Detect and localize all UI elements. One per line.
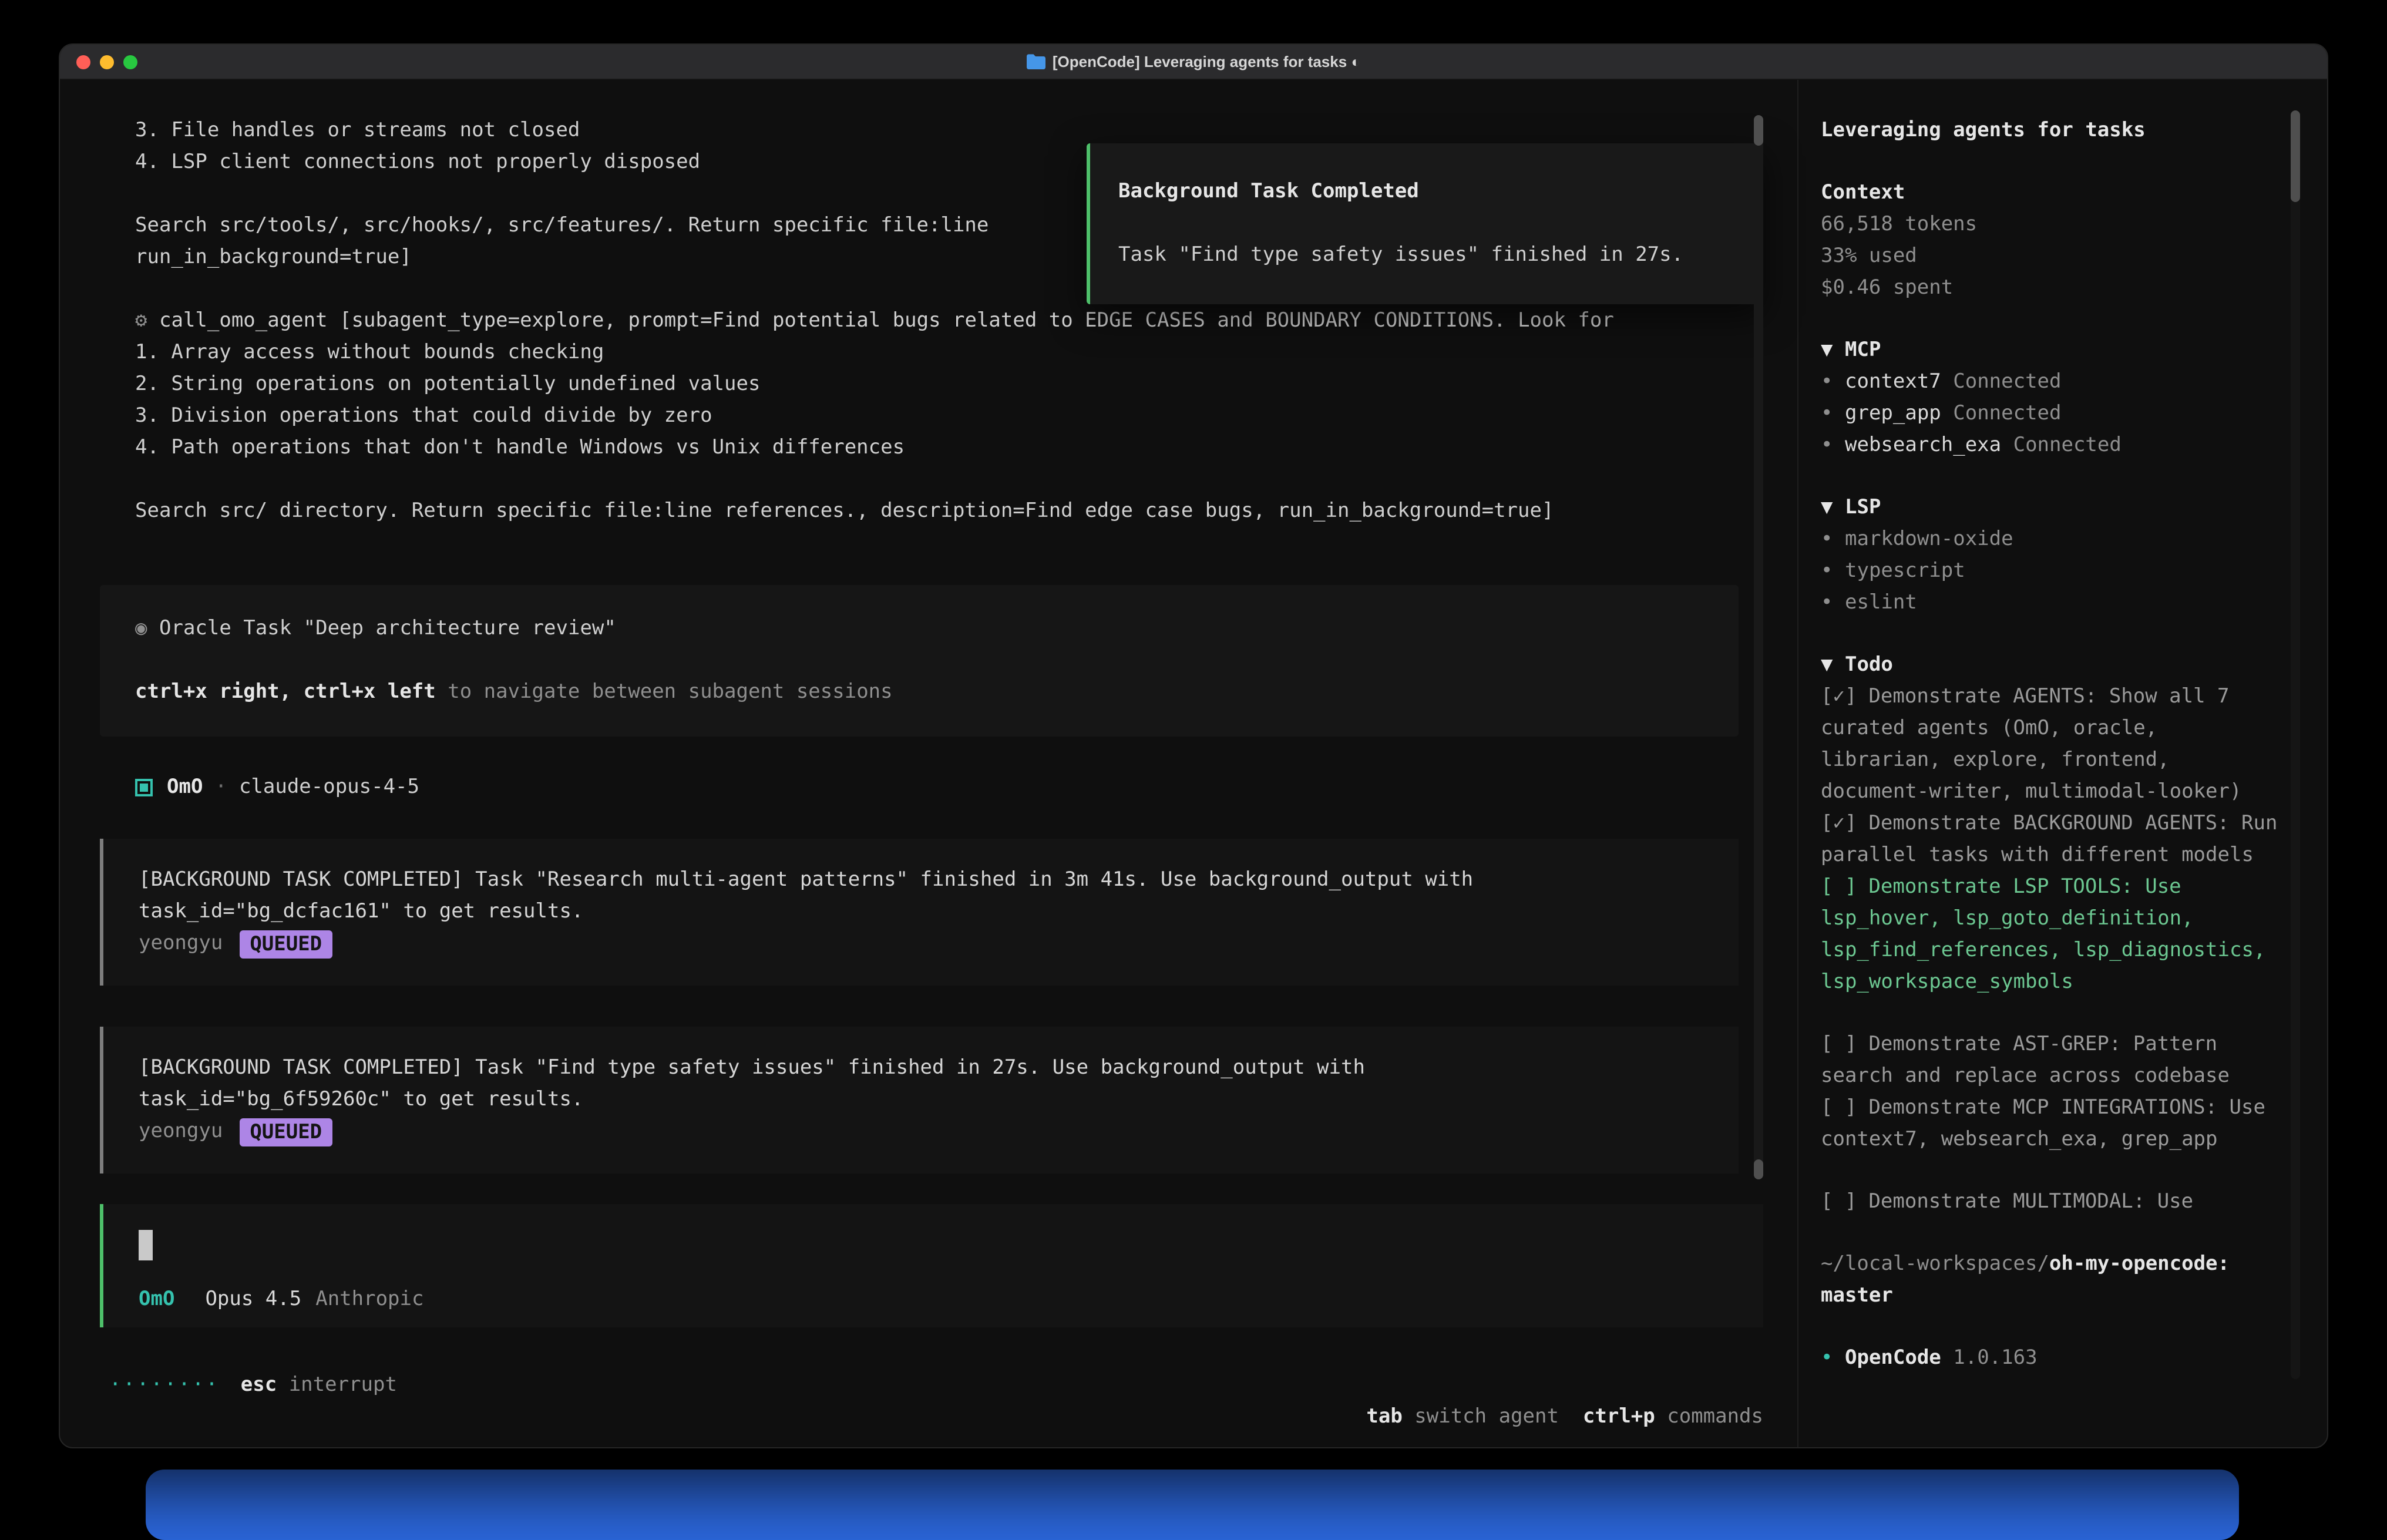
mcp-item: • websearch_exa Connected: [1821, 430, 2278, 462]
main-scrollbar-thumb-top[interactable]: [1754, 115, 1763, 146]
spinner-icon: ········: [109, 1370, 220, 1401]
context-heading: Context: [1821, 177, 2278, 209]
task-completed-toast: Background Task Completed Task "Find typ…: [1087, 143, 1763, 304]
todo-item-pending: [ ]Demonstrate MCP INTEGRATIONS: Use con…: [1821, 1092, 2278, 1156]
tool-call-text: call_omo_agent [subagent_type=explore, p…: [159, 309, 1614, 332]
sidebar-scrollbar[interactable]: [2291, 110, 2300, 1379]
bullet-icon: •: [1821, 1346, 1833, 1370]
todo-section-header[interactable]: ▼ Todo: [1821, 650, 2278, 681]
folder-icon: [1027, 54, 1045, 69]
todo-item-active: [ ]Demonstrate LSP TOOLS: Use lsp_hover,…: [1821, 872, 2278, 998]
bullet-icon: •: [1821, 559, 1833, 583]
close-button[interactable]: [76, 55, 90, 69]
todo-item-pending: [ ]Demonstrate MULTIMODAL: Use: [1821, 1186, 2278, 1218]
background-blue-bar[interactable]: [146, 1470, 2239, 1540]
session-title: Leveraging agents for tasks: [1821, 115, 2278, 147]
toast-title: Background Task Completed: [1118, 176, 1740, 208]
mcp-item: • context7 Connected: [1821, 366, 2278, 398]
lsp-item: • eslint: [1821, 587, 2278, 619]
todo-item-done: [✓]Demonstrate BACKGROUND AGENTS: Run pa…: [1821, 808, 2278, 872]
opencode-window: [OpenCode] Leveraging agents for tasks ◐…: [59, 43, 2328, 1448]
tool-call-item: 1. Array access without bounds checking: [135, 337, 1763, 369]
background-task-message: [BACKGROUND TASK COMPLETED] Task "Resear…: [100, 839, 1739, 986]
agent-name: OmO: [167, 772, 203, 803]
chevron-down-icon: ▼: [1821, 496, 1833, 519]
empty-checkbox-icon: [ ]: [1821, 1190, 1857, 1213]
bullet-icon: •: [1821, 527, 1833, 551]
tool-call-footer: Search src/ directory. Return specific f…: [135, 496, 1763, 527]
main-scrollbar-thumb-bottom[interactable]: [1754, 1159, 1763, 1179]
gear-icon: ⚙: [135, 309, 147, 332]
mcp-item: • grep_app Connected: [1821, 398, 2278, 430]
status-badge: QUEUED: [239, 1118, 332, 1146]
input-agent-name: OmO: [139, 1284, 174, 1316]
titlebar[interactable]: [OpenCode] Leveraging agents for tasks ◐: [60, 45, 2327, 80]
session-sidebar: Leveraging agents for tasks Context 66,5…: [1797, 80, 2327, 1448]
tool-call-item: 4. Path operations that don't handle Win…: [135, 432, 1763, 464]
traffic-lights: [76, 55, 137, 69]
chat-pane: 3. File handles or streams not closed 4.…: [60, 80, 1763, 1448]
message-author: yeongyu: [139, 1116, 223, 1148]
checked-checkbox-icon: [✓]: [1821, 685, 1857, 708]
ctrlp-key-hint: ctrl+p: [1583, 1405, 1655, 1428]
zoom-button[interactable]: [123, 55, 137, 69]
tool-call-item: 2. String operations on potentially unde…: [135, 369, 1763, 401]
oracle-bullet-icon: ◉: [135, 617, 147, 640]
input-provider: Anthropic: [315, 1284, 423, 1316]
git-branch: master: [1821, 1280, 2278, 1312]
message-text: [BACKGROUND TASK COMPLETED] Task "Resear…: [139, 865, 1739, 896]
empty-checkbox-icon: [ ]: [1821, 1033, 1857, 1056]
context-tokens: 66,518 tokens: [1821, 209, 2278, 241]
lsp-item: • markdown-oxide: [1821, 524, 2278, 556]
prompt-input[interactable]: OmO Opus 4.5 Anthropic: [100, 1204, 1763, 1327]
background-task-message: [BACKGROUND TASK COMPLETED] Task "Find t…: [100, 1027, 1739, 1174]
mcp-section-header[interactable]: ▼ MCP: [1821, 335, 2278, 366]
tool-call-item: 3. Division operations that could divide…: [135, 401, 1763, 432]
status-bar: ········ esc interrupt tab switch agent …: [109, 1370, 1763, 1401]
bullet-icon: •: [1821, 433, 1833, 457]
keybind-hints: tab switch agent ctrl+p commands: [1222, 1370, 1763, 1401]
sidebar-scrollbar-thumb[interactable]: [2291, 110, 2300, 202]
chevron-down-icon: ▼: [1821, 653, 1833, 677]
checked-checkbox-icon: [✓]: [1821, 812, 1857, 835]
subagent-nav-hint: ctrl+x right, ctrl+x left to navigate be…: [135, 677, 1739, 708]
agent-model: claude-opus-4-5: [239, 772, 419, 803]
message-author: yeongyu: [139, 928, 223, 960]
bullet-icon: •: [1821, 402, 1833, 425]
screen: [OpenCode] Leveraging agents for tasks ◐…: [0, 0, 2387, 1519]
message-text: [BACKGROUND TASK COMPLETED] Task "Find t…: [139, 1053, 1739, 1084]
oracle-task-title: ◉ Oracle Task "Deep architecture review": [135, 613, 1739, 645]
minimize-button[interactable]: [100, 55, 114, 69]
agent-checkbox-icon: [135, 779, 153, 796]
app-version: • OpenCode 1.0.163: [1821, 1343, 2278, 1374]
context-used: 33% used: [1821, 241, 2278, 273]
tool-call-header: ⚙ call_omo_agent [subagent_type=explore,…: [135, 305, 1763, 337]
workspace-path: ~/local-workspaces/oh-my-opencode:: [1821, 1249, 2278, 1280]
oracle-task-panel: ◉ Oracle Task "Deep architecture review"…: [100, 585, 1739, 737]
chevron-down-icon: ▼: [1821, 338, 1833, 362]
context-spent: $0.46 spent: [1821, 273, 2278, 304]
toast-body: Task "Find type safety issues" finished …: [1118, 240, 1740, 271]
status-badge: QUEUED: [239, 930, 332, 958]
todo-item-pending: [ ]Demonstrate AST-GREP: Pattern search …: [1821, 1029, 2278, 1092]
window-title: [OpenCode] Leveraging agents for tasks ◐: [1053, 53, 1360, 70]
text-cursor: [139, 1230, 153, 1260]
lsp-item: • typescript: [1821, 556, 2278, 587]
bullet-icon: •: [1821, 591, 1833, 614]
bullet-icon: •: [1821, 370, 1833, 394]
lsp-section-header[interactable]: ▼ LSP: [1821, 492, 2278, 524]
tab-key-hint: tab: [1366, 1405, 1402, 1428]
agent-separator: [203, 772, 215, 803]
main-scrollbar[interactable]: [1754, 115, 1763, 1179]
input-model: Opus 4.5: [205, 1284, 301, 1316]
empty-checkbox-icon: [ ]: [1821, 875, 1857, 899]
message-text: task_id="bg_6f59260c" to get results.: [139, 1084, 1739, 1116]
empty-checkbox-icon: [ ]: [1821, 1096, 1857, 1119]
esc-key-hint: esc: [241, 1370, 277, 1401]
agent-session-header: OmO · claude-opus-4-5: [135, 772, 1763, 803]
todo-item-done: [✓]Demonstrate AGENTS: Show all 7 curate…: [1821, 681, 2278, 808]
log-line: 3. File handles or streams not closed: [135, 115, 1763, 147]
message-text: task_id="bg_dcfac161" to get results.: [139, 896, 1739, 928]
